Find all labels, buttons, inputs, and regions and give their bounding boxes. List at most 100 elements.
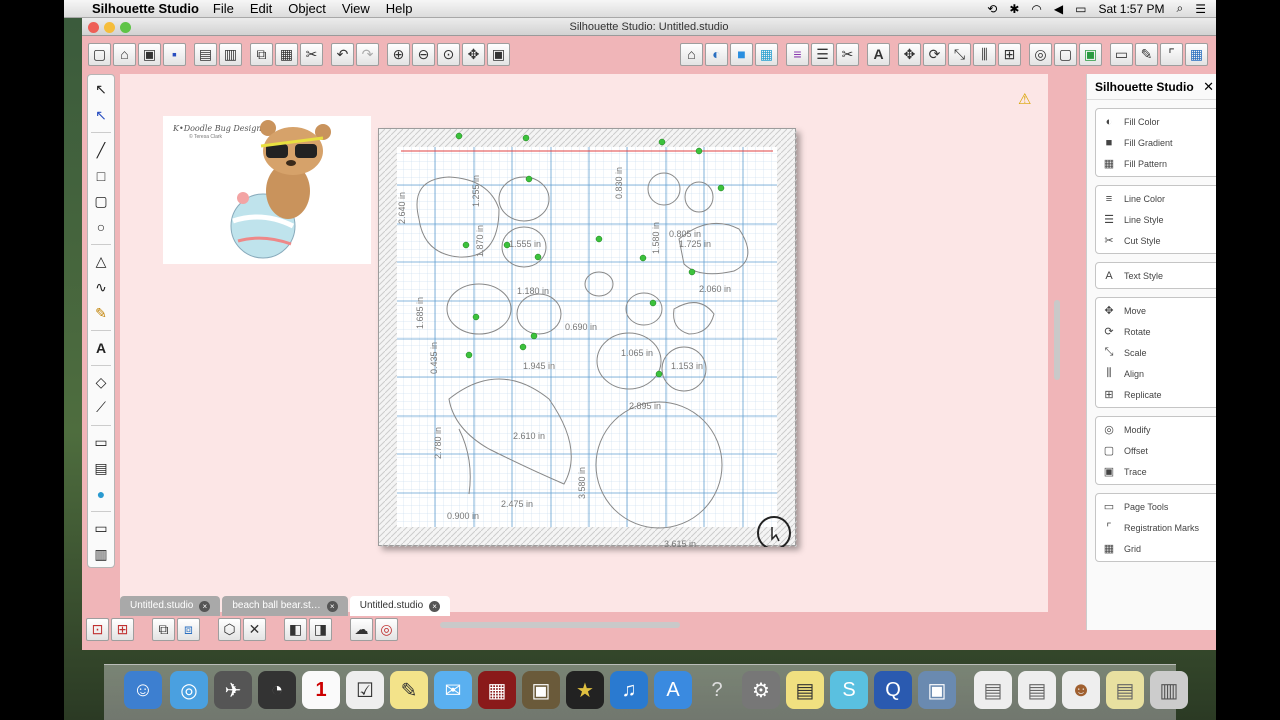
pan-button[interactable]: ✥: [462, 42, 485, 66]
safari-icon[interactable]: ◎: [170, 671, 208, 709]
freehand-tool-icon[interactable]: ✎: [90, 302, 112, 324]
menu-edit[interactable]: Edit: [250, 1, 272, 16]
panel-item-cut-style[interactable]: ✂ Cut Style: [1096, 230, 1216, 251]
redo-button[interactable]: ↷: [356, 42, 379, 66]
horizontal-scrollbar[interactable]: [440, 622, 680, 628]
quicktime-icon[interactable]: Q: [874, 671, 912, 709]
line-tool-icon[interactable]: ╱: [90, 139, 112, 161]
fit-to-page-button[interactable]: ▣: [487, 42, 510, 66]
release-compound-path-button[interactable]: ⧈: [177, 618, 200, 641]
battery-icon[interactable]: ▭: [1075, 2, 1086, 16]
silhouette-studio-icon[interactable]: S: [830, 671, 868, 709]
ellipse-tool-icon[interactable]: ○: [90, 216, 112, 238]
menu-object[interactable]: Object: [288, 1, 326, 16]
reminders-icon[interactable]: ☑: [346, 671, 384, 709]
photo-booth-icon[interactable]: ▦: [478, 671, 516, 709]
panel-item-page-tools[interactable]: ▭ Page Tools: [1096, 496, 1216, 517]
move-button[interactable]: ✥: [898, 42, 921, 66]
modify-button[interactable]: ◎: [1029, 42, 1052, 66]
panel-item-fill-color[interactable]: ◐ Fill Color: [1096, 111, 1216, 132]
paste-button[interactable]: ▦: [275, 42, 298, 66]
copy-button[interactable]: ⧉: [250, 42, 273, 66]
trash-icon[interactable]: ▥: [1150, 671, 1188, 709]
rounded-rectangle-tool-icon[interactable]: ▢: [90, 191, 112, 213]
panel-item-modify[interactable]: ◎ Modify: [1096, 419, 1216, 440]
align-button[interactable]: ⫼: [973, 42, 996, 66]
save-to-library-button[interactable]: ▪: [163, 42, 186, 66]
volume-icon[interactable]: ◀: [1054, 2, 1063, 16]
line-color-button[interactable]: ≡: [786, 42, 809, 66]
group-button[interactable]: ⊡: [86, 618, 109, 641]
send-to-back-button[interactable]: ◨: [309, 618, 332, 641]
launchpad-icon[interactable]: ✈: [214, 671, 252, 709]
document-icon[interactable]: ▤: [1018, 671, 1056, 709]
clock[interactable]: Sat 1:57 PM: [1098, 2, 1164, 16]
tab-untitled-active[interactable]: Untitled.studio ×: [349, 596, 451, 616]
make-compound-path-button[interactable]: ⧉: [152, 618, 175, 641]
fill-gradient-button[interactable]: ■: [730, 42, 753, 66]
fill-pattern-button[interactable]: ▦: [755, 42, 778, 66]
finder-icon[interactable]: ☺: [124, 671, 162, 709]
panel-item-fill-gradient[interactable]: ■ Fill Gradient: [1096, 132, 1216, 153]
beach-ball-bear-artwork[interactable]: K•Doodle Bug Designs © Teresa Clark: [163, 116, 371, 264]
panel-toggle-icon[interactable]: ▭: [90, 518, 112, 540]
cut-settings-icon[interactable]: ▭: [90, 432, 112, 454]
split-view-icon[interactable]: ▥: [90, 543, 112, 565]
library-icon[interactable]: ▤: [90, 457, 112, 479]
ungroup-button[interactable]: ⊞: [111, 618, 134, 641]
panel-item-align[interactable]: ⫼ Align: [1096, 363, 1216, 384]
polygon-tool-icon[interactable]: △: [90, 251, 112, 273]
app-menu[interactable]: Silhouette Studio: [92, 1, 199, 16]
itunes-icon[interactable]: ♫: [610, 671, 648, 709]
spotlight-search-icon[interactable]: ⌕: [1177, 1, 1184, 16]
send-to-silhouette-button[interactable]: ⌂: [680, 42, 703, 66]
select-tool-icon[interactable]: ↖: [90, 79, 112, 101]
close-tab-icon[interactable]: ×: [429, 600, 441, 612]
offset-button[interactable]: ▢: [1054, 42, 1077, 66]
panel-item-text-style[interactable]: A Text Style: [1096, 265, 1216, 286]
menu-file[interactable]: File: [213, 1, 234, 16]
cut-style-button[interactable]: ✂: [836, 42, 859, 66]
messages-icon[interactable]: ✉: [434, 671, 472, 709]
design-canvas[interactable]: ⚠ K•Doodle Bug Designs © Teresa Clark 2.…: [120, 74, 1048, 628]
undo-button[interactable]: ↶: [331, 42, 354, 66]
text-tool-icon[interactable]: A: [90, 337, 112, 359]
stickies-icon[interactable]: ▤: [786, 671, 824, 709]
cut-scissors-button[interactable]: ✂: [300, 42, 323, 66]
fill-color-button[interactable]: ◐: [705, 42, 728, 66]
zoom-in-button[interactable]: ⊕: [387, 42, 410, 66]
registration-marks-button[interactable]: ⌜: [1160, 42, 1183, 66]
delete-button[interactable]: ✕: [243, 618, 266, 641]
bear-image-icon[interactable]: ☻: [1062, 671, 1100, 709]
close-panel-icon[interactable]: ✕: [1203, 79, 1214, 95]
eraser-tool-icon[interactable]: ◇: [90, 372, 112, 394]
panel-item-rotate[interactable]: ⟳ Rotate: [1096, 321, 1216, 342]
grid-button[interactable]: ▦: [1185, 42, 1208, 66]
warning-icon[interactable]: ⚠: [1018, 90, 1031, 108]
rectangle-tool-icon[interactable]: □: [90, 165, 112, 187]
zoom-window-button[interactable]: [120, 22, 131, 33]
menu-view[interactable]: View: [342, 1, 370, 16]
scale-button[interactable]: ⤡: [948, 42, 971, 66]
knife-tool-icon[interactable]: ⟋: [90, 397, 112, 419]
panel-item-grid[interactable]: ▦ Grid: [1096, 538, 1216, 559]
tab-beach-ball-bear[interactable]: beach ball bear.st… ×: [222, 596, 348, 616]
iphoto-icon[interactable]: ▣: [522, 671, 560, 709]
notification-center-icon[interactable]: ☰: [1195, 2, 1206, 16]
print-and-cut-button[interactable]: ▥: [219, 42, 242, 66]
notes-icon[interactable]: ✎: [390, 671, 428, 709]
preview-icon[interactable]: ▣: [918, 671, 956, 709]
tab-untitled-1[interactable]: Untitled.studio ×: [120, 596, 221, 616]
minimize-window-button[interactable]: [104, 22, 115, 33]
close-tab-icon[interactable]: ×: [199, 600, 211, 612]
open-button[interactable]: ⌂: [113, 42, 136, 66]
close-window-button[interactable]: [88, 22, 99, 33]
new-document-button[interactable]: ▢: [88, 42, 111, 66]
dashboard-icon[interactable]: ◔: [258, 671, 296, 709]
zoom-out-button[interactable]: ⊖: [412, 42, 435, 66]
replicate-button[interactable]: ⊞: [998, 42, 1021, 66]
sketch-pen-button[interactable]: ✎: [1135, 42, 1158, 66]
panel-item-line-color[interactable]: ≡ Line Color: [1096, 188, 1216, 209]
text-style-button[interactable]: A: [867, 42, 890, 66]
bluetooth-icon[interactable]: ✱: [1009, 2, 1019, 16]
